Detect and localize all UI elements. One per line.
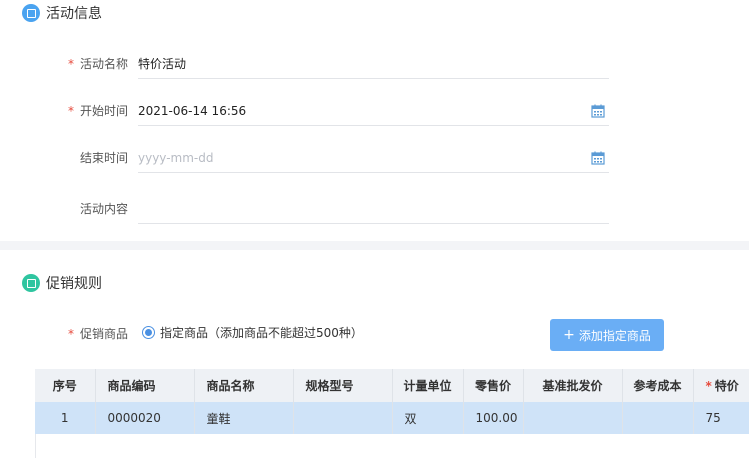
end-time-input[interactable]: yyyy-mm-dd — [138, 143, 609, 173]
col-header-ref-cost[interactable]: 参考成本 — [622, 369, 694, 402]
add-button-label: 添加指定商品 — [578, 328, 651, 343]
table-header-row: 序号 商品编码 商品名称 规格型号 计量单位 零售价 基准批发价 参考成本 * 特… — [35, 369, 749, 402]
table-row[interactable]: 1 0000020 童鞋 双 100.00 75 — [35, 402, 749, 434]
start-time-row: * 开始时间 2021-06-14 16:56 — [0, 96, 610, 126]
start-time-label: * 开始时间 — [67, 104, 128, 118]
calendar-icon[interactable] — [591, 151, 605, 165]
cell-unit: 双 — [392, 402, 464, 434]
activity-info-icon — [22, 4, 40, 22]
cell-retail-price: 100.00 — [463, 402, 524, 434]
cell-wholesale-price — [523, 402, 623, 434]
promo-rules-icon — [22, 274, 40, 292]
activity-name-input[interactable]: 特价活动 — [138, 49, 609, 79]
end-time-placeholder: yyyy-mm-dd — [138, 151, 214, 165]
col-header-name[interactable]: 商品名称 — [194, 369, 294, 402]
radio-button[interactable] — [142, 326, 155, 339]
cell-code: 0000020 — [95, 402, 195, 434]
activity-content-label: 活动内容 — [79, 202, 128, 216]
promo-goods-label: * 促销商品 — [67, 327, 128, 341]
section-divider — [0, 241, 749, 250]
cell-index: 1 — [35, 402, 96, 434]
end-time-row: 结束时间 yyyy-mm-dd — [0, 143, 610, 173]
cell-name: 童鞋 — [194, 402, 294, 434]
goods-table: 序号 商品编码 商品名称 规格型号 计量单位 零售价 基准批发价 参考成本 * 特… — [35, 369, 749, 434]
col-header-special-price[interactable]: * 特价 — [693, 369, 749, 402]
col-header-unit[interactable]: 计量单位 — [392, 369, 464, 402]
start-time-value: 2021-06-14 16:56 — [138, 104, 247, 118]
plus-icon: + — [563, 327, 575, 343]
radio-label: 指定商品（添加商品不能超过500种） — [160, 326, 363, 340]
specified-goods-radio[interactable]: 指定商品（添加商品不能超过500种） — [142, 324, 363, 341]
promo-section-header: 促销规则 — [0, 273, 102, 293]
activity-name-label: * 活动名称 — [67, 57, 128, 71]
end-time-label: 结束时间 — [79, 151, 128, 165]
col-header-index[interactable]: 序号 — [35, 369, 96, 402]
add-specified-goods-button[interactable]: + 添加指定商品 — [550, 319, 664, 351]
calendar-icon[interactable] — [591, 104, 605, 118]
cell-special-price[interactable]: 75 — [693, 402, 749, 434]
activity-section-header: 活动信息 — [0, 3, 102, 23]
activity-name-row: * 活动名称 特价活动 — [0, 49, 610, 79]
col-header-wholesale-price[interactable]: 基准批发价 — [523, 369, 623, 402]
col-header-code[interactable]: 商品编码 — [95, 369, 195, 402]
col-header-retail-price[interactable]: 零售价 — [463, 369, 524, 402]
cell-spec — [293, 402, 393, 434]
col-header-spec[interactable]: 规格型号 — [293, 369, 393, 402]
activity-content-input[interactable] — [138, 194, 609, 224]
activity-content-row: 活动内容 — [0, 194, 610, 224]
cell-ref-cost — [622, 402, 694, 434]
promo-section-title: 促销规则 — [46, 276, 102, 292]
activity-section-title: 活动信息 — [46, 6, 102, 22]
start-time-input[interactable]: 2021-06-14 16:56 — [138, 96, 609, 126]
table-empty-area — [35, 434, 749, 458]
